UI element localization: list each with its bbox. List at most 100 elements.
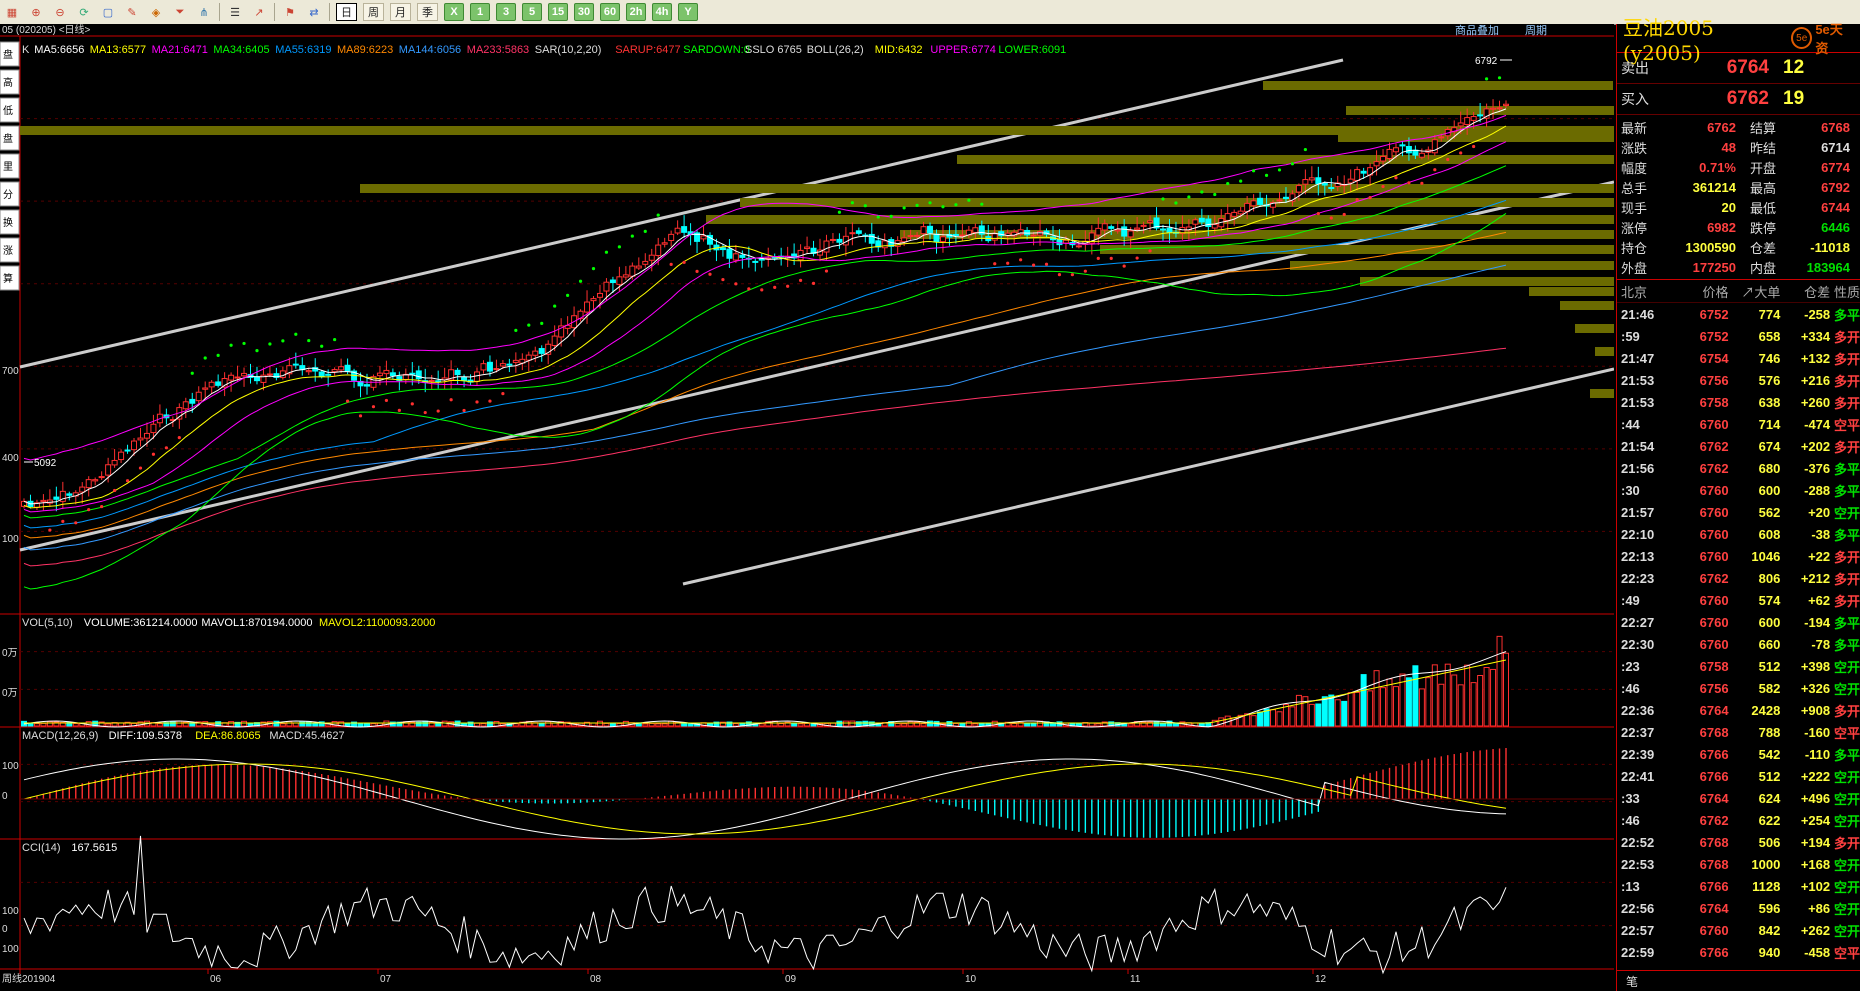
tick-time: 21:53 bbox=[1621, 394, 1655, 410]
period-button[interactable]: 月 bbox=[390, 3, 411, 21]
sar-dot bbox=[74, 521, 78, 525]
tick-nature: 空开 bbox=[1834, 769, 1860, 785]
zoom-in-icon[interactable]: ⊕ bbox=[27, 3, 45, 21]
candle-body bbox=[927, 225, 934, 234]
period-button[interactable]: X bbox=[444, 3, 464, 21]
period-button[interactable]: 日 bbox=[336, 3, 357, 21]
tick-row[interactable]: 21:46 6752 774 -258 多平 bbox=[1617, 303, 1860, 325]
tick-row[interactable]: :23 6758 512 +398 空开 bbox=[1617, 655, 1860, 677]
period-button[interactable]: 30 bbox=[574, 3, 594, 21]
tick-row[interactable]: 21:54 6762 674 +202 多开 bbox=[1617, 435, 1860, 457]
sar-dot bbox=[889, 214, 893, 218]
candle-body bbox=[1075, 245, 1082, 248]
tick-nature: 多开 bbox=[1834, 703, 1860, 719]
tick-row[interactable]: 21:53 6756 576 +216 多开 bbox=[1617, 369, 1860, 391]
sar-dot bbox=[578, 279, 583, 283]
tab-ticks[interactable]: 笔 bbox=[1626, 973, 1638, 990]
tick-row[interactable]: 21:57 6760 562 +20 空开 bbox=[1617, 501, 1860, 523]
volume-bar bbox=[927, 720, 934, 727]
sar-dot bbox=[397, 408, 401, 413]
candle-body bbox=[1392, 147, 1399, 153]
refresh-icon[interactable]: ⟳ bbox=[75, 3, 93, 21]
tick-volume: 774 bbox=[1758, 306, 1781, 322]
candle-body bbox=[325, 373, 332, 376]
tick-price: 6760 bbox=[1699, 482, 1729, 498]
tick-row[interactable]: :33 6764 624 +496 空开 bbox=[1617, 787, 1860, 809]
sar-dot bbox=[1329, 216, 1333, 220]
period-button[interactable]: 2h bbox=[626, 3, 646, 21]
toolbar-separator bbox=[329, 3, 330, 21]
window-icon[interactable]: ▢ bbox=[99, 3, 117, 21]
stat-value: 177250 bbox=[1692, 259, 1736, 275]
tick-row[interactable]: 22:59 6766 940 -458 空平 bbox=[1617, 941, 1860, 963]
list-icon[interactable]: ☰ bbox=[226, 3, 244, 21]
toggle-icon[interactable]: ⇄ bbox=[305, 3, 323, 21]
sar-dot bbox=[333, 337, 337, 342]
period-button[interactable]: 15 bbox=[548, 3, 568, 21]
tick-oi-change: +262 bbox=[1800, 922, 1831, 938]
tick-row[interactable]: :13 6766 1128 +102 空开 bbox=[1617, 875, 1860, 897]
tick-row[interactable]: 21:56 6762 680 -376 多平 bbox=[1617, 457, 1860, 479]
funnel-icon[interactable]: ⏷ bbox=[171, 3, 189, 21]
tick-row[interactable]: :59 6752 658 +334 多开 bbox=[1617, 325, 1860, 347]
tick-time: :13 bbox=[1621, 878, 1640, 894]
tick-row[interactable]: 22:52 6768 506 +194 多开 bbox=[1617, 831, 1860, 853]
stat-label-2: 结算 bbox=[1750, 120, 1777, 136]
tick-row[interactable]: :49 6760 574 +62 多开 bbox=[1617, 589, 1860, 611]
flag-icon[interactable]: ⚑ bbox=[281, 3, 299, 21]
pen-icon[interactable]: ✎ bbox=[123, 3, 141, 21]
superimpose-link[interactable]: 商品叠加 bbox=[1455, 24, 1499, 37]
tick-nature: 空平 bbox=[1834, 417, 1860, 433]
sar-dot bbox=[721, 277, 725, 282]
bid-label: 买入 bbox=[1621, 91, 1649, 107]
candle-body bbox=[674, 227, 681, 234]
volume-bar bbox=[422, 720, 429, 727]
tick-volume: 562 bbox=[1758, 504, 1781, 520]
period-button[interactable]: 5 bbox=[522, 3, 542, 21]
tick-row[interactable]: 22:53 6768 1000 +168 空开 bbox=[1617, 853, 1860, 875]
tick-row[interactable]: 22:37 6768 788 -160 空平 bbox=[1617, 721, 1860, 743]
trend-icon[interactable]: ↗ bbox=[250, 3, 268, 21]
tick-row[interactable]: :44 6760 714 -474 空平 bbox=[1617, 413, 1860, 435]
tick-table[interactable]: 21:46 6752 774 -258 多平:59 6752 658 +334 多开 21:47 6… bbox=[1617, 303, 1860, 963]
period-button[interactable]: Y bbox=[678, 3, 698, 21]
indicator-label: MA144:6056 bbox=[399, 44, 461, 56]
stat-label: 幅度 bbox=[1621, 160, 1648, 176]
tick-row[interactable]: :30 6760 600 -288 多平 bbox=[1617, 479, 1860, 501]
candle-body bbox=[668, 233, 675, 241]
zoom-out-icon[interactable]: ⊖ bbox=[51, 3, 69, 21]
tick-row[interactable]: :46 6756 582 +326 空开 bbox=[1617, 677, 1860, 699]
price-chart[interactable]: 05 (020205) <日线> 商品叠加 周期盘高低盘里分换涨算K MA5:6656… bbox=[0, 24, 1614, 991]
period-button[interactable]: 60 bbox=[600, 3, 620, 21]
tick-row[interactable]: 21:53 6758 638 +260 多开 bbox=[1617, 391, 1860, 413]
period-button[interactable]: 1 bbox=[470, 3, 490, 21]
tick-row[interactable]: 22:30 6760 660 -78 多平 bbox=[1617, 633, 1860, 655]
chart-grid-icon[interactable]: ▦ bbox=[3, 3, 21, 21]
tick-row[interactable]: :46 6762 622 +254 空开 bbox=[1617, 809, 1860, 831]
tick-row[interactable]: 22:36 6764 2428 +908 多开 bbox=[1617, 699, 1860, 721]
tick-row[interactable]: 22:10 6760 608 -38 多平 bbox=[1617, 523, 1860, 545]
tick-row[interactable]: 22:13 6760 1046 +22 多开 bbox=[1617, 545, 1860, 567]
tick-row[interactable]: 21:47 6754 746 +132 多开 bbox=[1617, 347, 1860, 369]
tick-row[interactable]: 22:57 6760 842 +262 空开 bbox=[1617, 919, 1860, 941]
tick-time: 22:39 bbox=[1621, 746, 1655, 762]
tick-row[interactable]: 22:23 6762 806 +212 多开 bbox=[1617, 567, 1860, 589]
sar-dot bbox=[268, 342, 272, 346]
paint-bucket-icon[interactable]: ◈ bbox=[147, 3, 165, 21]
tick-header-cell: 价格 bbox=[1702, 284, 1729, 300]
period-button[interactable]: 周 bbox=[363, 3, 384, 21]
tick-row[interactable]: 22:39 6766 542 -110 多平 bbox=[1617, 743, 1860, 765]
tick-row[interactable]: 22:56 6764 596 +86 空开 bbox=[1617, 897, 1860, 919]
tree-icon[interactable]: ⋔ bbox=[195, 3, 213, 21]
tick-row[interactable]: 22:41 6766 512 +222 空开 bbox=[1617, 765, 1860, 787]
volume-profile-bar bbox=[1560, 301, 1614, 310]
sar-dot bbox=[1083, 269, 1087, 273]
tick-row[interactable]: 22:27 6760 600 -194 多平 bbox=[1617, 611, 1860, 633]
period-button[interactable]: 季 bbox=[417, 3, 438, 21]
period-button[interactable]: 3 bbox=[496, 3, 516, 21]
period-button[interactable]: 4h bbox=[652, 3, 672, 21]
tick-volume: 2428 bbox=[1751, 702, 1781, 718]
period-link[interactable]: 周期 bbox=[1525, 24, 1547, 37]
candle-body bbox=[98, 476, 105, 479]
tick-oi-change: -110 bbox=[1804, 746, 1831, 762]
